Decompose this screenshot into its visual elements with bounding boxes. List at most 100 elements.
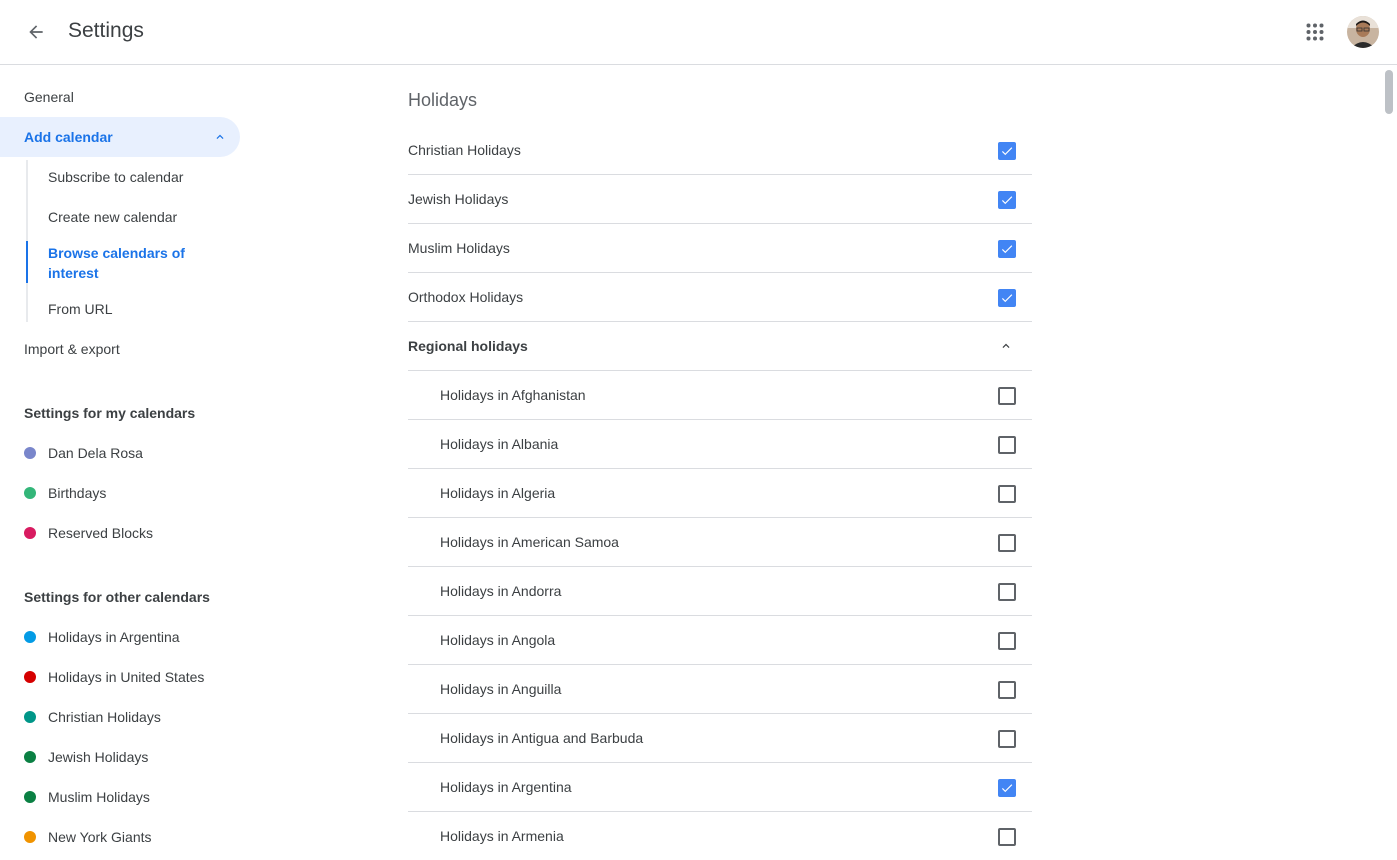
checkmark-icon: [1001, 147, 1013, 156]
holiday-calendar-row[interactable]: Holidays in Andorra: [408, 567, 1032, 616]
my-calendar-item[interactable]: Dan Dela Rosa: [24, 443, 143, 463]
holiday-calendar-label: Christian Holidays: [408, 142, 521, 158]
holiday-checkbox[interactable]: [998, 534, 1016, 552]
scrollbar-thumb[interactable]: [1385, 70, 1393, 114]
regional-holidays-label: Regional holidays: [408, 338, 528, 354]
holiday-checkbox[interactable]: [998, 779, 1016, 797]
nav-import-export[interactable]: Import & export: [24, 341, 120, 357]
nav-create-new-calendar[interactable]: Create new calendar: [48, 207, 177, 227]
calendar-name: New York Giants: [48, 829, 152, 845]
holiday-calendar-row[interactable]: Holidays in American Samoa: [408, 518, 1032, 567]
nav-from-url[interactable]: From URL: [48, 299, 113, 319]
calendar-color-dot: [24, 711, 36, 723]
holiday-calendar-label: Muslim Holidays: [408, 240, 510, 256]
page-title: Settings: [68, 19, 144, 42]
checkmark-icon: [1001, 294, 1013, 303]
calendar-name: Birthdays: [48, 485, 107, 501]
calendar-color-dot: [24, 751, 36, 763]
holiday-calendar-label: Holidays in Algeria: [440, 485, 556, 501]
holiday-calendar-label: Holidays in Andorra: [440, 583, 562, 599]
nav-browse-calendars-of-interest[interactable]: Browse calendars of interest: [48, 243, 218, 283]
holiday-calendar-row[interactable]: Holidays in Afghanistan: [408, 371, 1032, 420]
holiday-calendar-label: Holidays in Afghanistan: [440, 387, 586, 403]
calendar-name: Jewish Holidays: [48, 749, 149, 765]
calendar-color-dot: [24, 631, 36, 643]
holiday-calendar-label: Orthodox Holidays: [408, 289, 524, 305]
checkmark-icon: [1001, 784, 1013, 793]
holiday-calendar-row[interactable]: Holidays in Algeria: [408, 469, 1032, 518]
other-calendar-item[interactable]: New York Giants: [24, 827, 152, 847]
holiday-checkbox[interactable]: [998, 681, 1016, 699]
holiday-calendar-label: Holidays in American Samoa: [440, 534, 619, 550]
chevron-up-icon[interactable]: [999, 339, 1013, 353]
holiday-checkbox[interactable]: [998, 828, 1016, 846]
holiday-checkbox[interactable]: [998, 289, 1016, 307]
holiday-calendar-row[interactable]: Holidays in Antigua and Barbuda: [408, 714, 1032, 763]
holiday-calendar-row[interactable]: Christian Holidays: [408, 126, 1032, 175]
checkmark-icon: [1001, 245, 1013, 254]
holiday-calendar-row[interactable]: Holidays in Armenia: [408, 812, 1032, 860]
calendar-color-dot: [24, 527, 36, 539]
submenu-active-indicator: [26, 241, 28, 283]
holiday-checkbox[interactable]: [998, 436, 1016, 454]
calendar-color-dot: [24, 831, 36, 843]
back-button[interactable]: [20, 16, 52, 48]
calendar-color-dot: [24, 671, 36, 683]
calendar-color-dot: [24, 791, 36, 803]
app-header: Settings: [0, 0, 1397, 65]
other-calendar-item[interactable]: Holidays in Argentina: [24, 627, 180, 647]
my-calendars-heading: Settings for my calendars: [24, 405, 196, 421]
holiday-checkbox[interactable]: [998, 142, 1016, 160]
holiday-calendar-label: Jewish Holidays: [408, 191, 509, 207]
holiday-calendar-label: Holidays in Anguilla: [440, 681, 562, 697]
holiday-calendar-row[interactable]: Holidays in Albania: [408, 420, 1032, 469]
section-title: Holidays: [408, 90, 478, 110]
calendar-name: Christian Holidays: [48, 709, 161, 725]
settings-sidebar: General Add calendar Subscribe to calend…: [0, 65, 260, 860]
calendar-name: Dan Dela Rosa: [48, 445, 143, 461]
user-photo-icon: [1347, 16, 1379, 48]
holiday-checkbox[interactable]: [998, 730, 1016, 748]
holiday-checkbox[interactable]: [998, 632, 1016, 650]
holiday-calendar-row[interactable]: Holidays in Argentina: [408, 763, 1032, 812]
calendar-color-dot: [24, 447, 36, 459]
calendar-name: Muslim Holidays: [48, 789, 150, 805]
other-calendar-item[interactable]: Muslim Holidays: [24, 787, 150, 807]
holiday-checkbox[interactable]: [998, 387, 1016, 405]
holiday-calendar-label: Holidays in Albania: [440, 436, 559, 452]
holiday-checkbox[interactable]: [998, 485, 1016, 503]
holiday-calendar-label: Holidays in Angola: [440, 632, 556, 648]
arrow-back-icon: [29, 25, 43, 39]
other-calendar-item[interactable]: Christian Holidays: [24, 707, 161, 727]
holiday-calendar-row[interactable]: Holidays in Angola: [408, 616, 1032, 665]
calendar-name: Holidays in Argentina: [48, 629, 180, 645]
my-calendar-item[interactable]: Birthdays: [24, 483, 106, 503]
nav-add-calendar[interactable]: Add calendar: [0, 117, 240, 157]
calendar-color-dot: [24, 487, 36, 499]
my-calendar-item[interactable]: Reserved Blocks: [24, 523, 153, 543]
other-calendars-heading: Settings for other calendars: [24, 589, 210, 605]
nav-add-calendar-label: Add calendar: [24, 129, 113, 145]
holiday-calendar-label: Holidays in Armenia: [440, 828, 564, 844]
holiday-calendar-row[interactable]: Holidays in Anguilla: [408, 665, 1032, 714]
holiday-checkbox[interactable]: [998, 240, 1016, 258]
account-avatar[interactable]: [1347, 16, 1379, 48]
holiday-calendar-row[interactable]: Jewish Holidays: [408, 175, 1032, 224]
google-apps-button[interactable]: [1299, 16, 1331, 48]
holiday-calendar-label: Holidays in Antigua and Barbuda: [440, 730, 644, 746]
holiday-checkbox[interactable]: [998, 191, 1016, 209]
chevron-up-icon[interactable]: [213, 130, 227, 144]
holiday-calendar-label: Holidays in Argentina: [440, 779, 572, 795]
checkmark-icon: [1001, 196, 1013, 205]
calendar-name: Reserved Blocks: [48, 525, 154, 541]
other-calendar-item[interactable]: Holidays in United States: [24, 667, 204, 687]
nav-subscribe-to-calendar[interactable]: Subscribe to calendar: [48, 167, 183, 187]
holiday-calendar-row[interactable]: Muslim Holidays: [408, 224, 1032, 273]
apps-grid-icon: [1306, 23, 1324, 41]
other-calendar-item[interactable]: Jewish Holidays: [24, 747, 148, 767]
holiday-calendar-row[interactable]: Orthodox Holidays: [408, 273, 1032, 322]
holiday-checkbox[interactable]: [998, 583, 1016, 601]
calendar-name: Holidays in United States: [48, 669, 205, 685]
regional-holidays-toggle[interactable]: Regional holidays: [408, 322, 1032, 371]
nav-general[interactable]: General: [24, 89, 74, 105]
